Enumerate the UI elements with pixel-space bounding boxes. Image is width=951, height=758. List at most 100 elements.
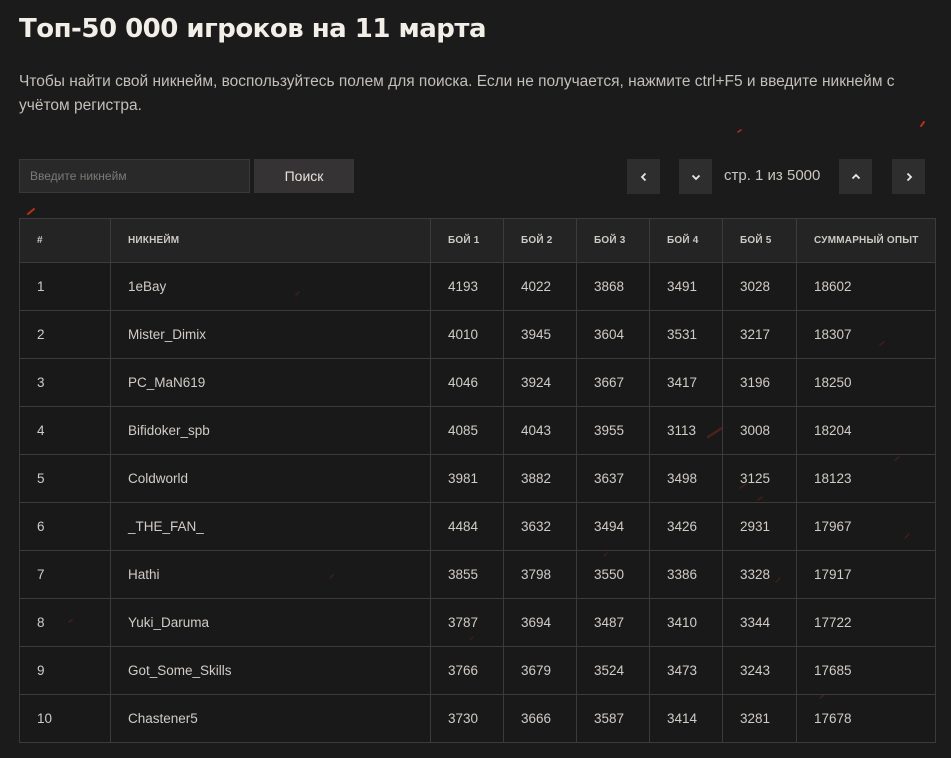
battle-5-cell: 3328 bbox=[722, 550, 797, 599]
total-xp-cell: 17685 bbox=[796, 646, 936, 695]
battle-4-cell: 3417 bbox=[649, 358, 723, 407]
search-button[interactable]: Поиск bbox=[254, 159, 354, 193]
table-row: 9 Got_Some_Skills 3766 3679 3524 3473 3243 1768… bbox=[19, 646, 936, 695]
nickname-cell: Chastener5 bbox=[110, 694, 431, 743]
col-header-battle-5: БОЙ 5 bbox=[722, 218, 797, 263]
total-xp-cell: 17917 bbox=[796, 550, 936, 599]
table-header-row: # НИКНЕЙМ БОЙ 1 БОЙ 2 БОЙ 3 БОЙ 4 БОЙ 5 … bbox=[19, 218, 936, 263]
battle-5-cell: 3344 bbox=[722, 598, 797, 647]
battle-2-cell: 3632 bbox=[503, 502, 577, 551]
battle-3-cell: 3587 bbox=[576, 694, 650, 743]
battle-3-cell: 3955 bbox=[576, 406, 650, 455]
col-header-battle-4: БОЙ 4 bbox=[649, 218, 723, 263]
battle-2-cell: 3882 bbox=[503, 454, 577, 503]
battle-1-cell: 4010 bbox=[430, 310, 504, 359]
battle-2-cell: 3798 bbox=[503, 550, 577, 599]
battle-3-cell: 3487 bbox=[576, 598, 650, 647]
nickname-cell: _THE_FAN_ bbox=[110, 502, 431, 551]
battle-4-cell: 3410 bbox=[649, 598, 723, 647]
table-row: 4 Bifidoker_spb 4085 4043 3955 3113 3008 18204 bbox=[19, 406, 936, 455]
next-page-button[interactable] bbox=[892, 159, 925, 194]
nickname-cell: Mister_Dimix bbox=[110, 310, 431, 359]
nickname-cell: Coldworld bbox=[110, 454, 431, 503]
battle-3-cell: 3667 bbox=[576, 358, 650, 407]
nickname-cell: Bifidoker_spb bbox=[110, 406, 431, 455]
battle-1-cell: 4046 bbox=[430, 358, 504, 407]
battle-1-cell: 3730 bbox=[430, 694, 504, 743]
rank-cell: 7 bbox=[19, 550, 111, 599]
leaderboard-table: # НИКНЕЙМ БОЙ 1 БОЙ 2 БОЙ 3 БОЙ 4 БОЙ 5 … bbox=[19, 218, 936, 743]
chevron-left-icon bbox=[640, 172, 646, 181]
battle-5-cell: 3281 bbox=[722, 694, 797, 743]
page-up-button[interactable] bbox=[839, 159, 872, 194]
total-xp-cell: 18204 bbox=[796, 406, 936, 455]
battle-4-cell: 3473 bbox=[649, 646, 723, 695]
battle-4-cell: 3414 bbox=[649, 694, 723, 743]
page-indicator: стр. 1 из 5000 bbox=[724, 167, 821, 184]
battle-2-cell: 3666 bbox=[503, 694, 577, 743]
rank-cell: 1 bbox=[19, 262, 111, 311]
chevron-down-icon bbox=[691, 174, 700, 180]
battle-2-cell: 3945 bbox=[503, 310, 577, 359]
prev-page-button[interactable] bbox=[627, 159, 660, 194]
battle-3-cell: 3604 bbox=[576, 310, 650, 359]
battle-4-cell: 3531 bbox=[649, 310, 723, 359]
battle-5-cell: 2931 bbox=[722, 502, 797, 551]
total-xp-cell: 17967 bbox=[796, 502, 936, 551]
battle-5-cell: 3008 bbox=[722, 406, 797, 455]
total-xp-cell: 17722 bbox=[796, 598, 936, 647]
table-row: 2 Mister_Dimix 4010 3945 3604 3531 3217 18307 bbox=[19, 310, 936, 359]
battle-5-cell: 3028 bbox=[722, 262, 797, 311]
battle-5-cell: 3217 bbox=[722, 310, 797, 359]
battle-3-cell: 3494 bbox=[576, 502, 650, 551]
nickname-cell: Got_Some_Skills bbox=[110, 646, 431, 695]
table-row: 3 PC_MaN619 4046 3924 3667 3417 3196 18250 bbox=[19, 358, 936, 407]
table-row: 10 Chastener5 3730 3666 3587 3414 3281 17678 bbox=[19, 694, 936, 743]
nickname-cell: Yuki_Daruma bbox=[110, 598, 431, 647]
rank-cell: 6 bbox=[19, 502, 111, 551]
col-header-battle-1: БОЙ 1 bbox=[430, 218, 504, 263]
col-header-nickname: НИКНЕЙМ bbox=[110, 218, 431, 263]
battle-3-cell: 3550 bbox=[576, 550, 650, 599]
battle-1-cell: 4193 bbox=[430, 262, 504, 311]
rank-cell: 8 bbox=[19, 598, 111, 647]
col-header-rank: # bbox=[19, 218, 111, 263]
battle-2-cell: 4022 bbox=[503, 262, 577, 311]
battle-2-cell: 3694 bbox=[503, 598, 577, 647]
total-xp-cell: 18123 bbox=[796, 454, 936, 503]
battle-4-cell: 3426 bbox=[649, 502, 723, 551]
col-header-battle-2: БОЙ 2 bbox=[503, 218, 577, 263]
table-row: 8 Yuki_Daruma 3787 3694 3487 3410 3344 17722 bbox=[19, 598, 936, 647]
battle-3-cell: 3637 bbox=[576, 454, 650, 503]
battle-1-cell: 3855 bbox=[430, 550, 504, 599]
rank-cell: 9 bbox=[19, 646, 111, 695]
rank-cell: 10 bbox=[19, 694, 111, 743]
nickname-cell: PC_MaN619 bbox=[110, 358, 431, 407]
battle-2-cell: 4043 bbox=[503, 406, 577, 455]
battle-1-cell: 3981 bbox=[430, 454, 504, 503]
col-header-battle-3: БОЙ 3 bbox=[576, 218, 650, 263]
rank-cell: 5 bbox=[19, 454, 111, 503]
chevron-right-icon bbox=[906, 172, 912, 181]
battle-5-cell: 3125 bbox=[722, 454, 797, 503]
table-row: 1 1eBay 4193 4022 3868 3491 3028 18602 bbox=[19, 262, 936, 311]
battle-4-cell: 3113 bbox=[649, 406, 723, 455]
battle-5-cell: 3243 bbox=[722, 646, 797, 695]
rank-cell: 2 bbox=[19, 310, 111, 359]
page-description: Чтобы найти свой никнейм, воспользуйтесь… bbox=[19, 73, 895, 114]
battle-1-cell: 4085 bbox=[430, 406, 504, 455]
battle-1-cell: 3787 bbox=[430, 598, 504, 647]
leaderboard-body: 1 1eBay 4193 4022 3868 3491 3028 18602 2 Mister_D… bbox=[19, 262, 936, 743]
table-row: 5 Coldworld 3981 3882 3637 3498 3125 18123 bbox=[19, 454, 936, 503]
battle-2-cell: 3924 bbox=[503, 358, 577, 407]
battle-2-cell: 3679 bbox=[503, 646, 577, 695]
total-xp-cell: 18250 bbox=[796, 358, 936, 407]
nickname-cell: Hathi bbox=[110, 550, 431, 599]
table-row: 7 Hathi 3855 3798 3550 3386 3328 17917 bbox=[19, 550, 936, 599]
battle-4-cell: 3498 bbox=[649, 454, 723, 503]
nickname-search-input[interactable] bbox=[19, 159, 250, 193]
rank-cell: 4 bbox=[19, 406, 111, 455]
battle-4-cell: 3386 bbox=[649, 550, 723, 599]
battle-1-cell: 4484 bbox=[430, 502, 504, 551]
page-down-button[interactable] bbox=[679, 159, 712, 194]
